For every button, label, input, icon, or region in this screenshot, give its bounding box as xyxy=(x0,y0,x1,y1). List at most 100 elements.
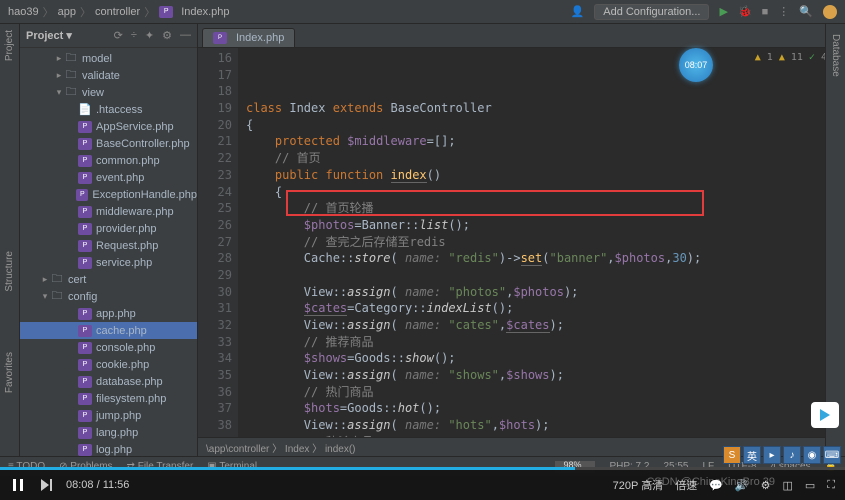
tree-label: common.php xyxy=(96,155,160,167)
tree-label: cookie.php xyxy=(96,359,149,371)
breadcrumb[interactable]: hao39〉 app〉 controller〉 P Index.php xyxy=(8,4,230,20)
ime-toolbar[interactable]: S 英 ▸ ♪ ◉ ⌨ xyxy=(723,446,841,464)
tree-item-lang-php[interactable]: Plang.php xyxy=(20,424,197,441)
progress-bar[interactable] xyxy=(0,467,845,470)
ime-punct-icon[interactable]: ▸ xyxy=(763,446,781,464)
fullscreen-icon[interactable]: ⛶ xyxy=(827,479,835,492)
split-icon[interactable]: ÷ xyxy=(131,29,137,42)
tree-item--htaccess[interactable]: 📄.htaccess xyxy=(20,101,197,118)
crumb[interactable]: hao39 xyxy=(8,6,39,18)
php-icon: P xyxy=(78,223,92,235)
ime-keyboard-icon[interactable]: ⌨ xyxy=(823,446,841,464)
debug-icon[interactable]: 🐞 xyxy=(738,5,752,18)
tree-item-log-php[interactable]: Plog.php xyxy=(20,441,197,456)
select-icon[interactable]: ✦ xyxy=(145,29,154,42)
tree-label: app.php xyxy=(96,308,136,320)
tree-item-config[interactable]: ▾🗀config xyxy=(20,288,197,305)
folder-icon: 🗀 xyxy=(64,87,78,99)
tree-item-database-php[interactable]: Pdatabase.php xyxy=(20,373,197,390)
project-sidebar: Project ▾ ⟳ ÷ ✦ ⚙ — ▸🗀model▸🗀validate▾🗀v… xyxy=(20,24,198,456)
tree-item-middleware-php[interactable]: Pmiddleware.php xyxy=(20,203,197,220)
search-icon[interactable]: 🔍 xyxy=(799,5,813,18)
ime-skin-icon[interactable]: ◉ xyxy=(803,446,821,464)
more-icon[interactable]: ⋮ xyxy=(778,5,789,18)
php-icon: P xyxy=(78,376,92,388)
ime-lang[interactable]: 英 xyxy=(743,446,761,464)
php-icon: P xyxy=(78,325,92,337)
tree-item-filesystem-php[interactable]: Pfilesystem.php xyxy=(20,390,197,407)
tree-label: validate xyxy=(82,70,120,82)
folder-icon: 🗀 xyxy=(50,291,64,303)
pip-icon[interactable]: ◫ xyxy=(782,479,792,492)
bilibili-play-icon[interactable] xyxy=(811,402,839,428)
project-tree[interactable]: ▸🗀model▸🗀validate▾🗀view📄.htaccessPAppSer… xyxy=(20,48,197,456)
tab-index-php[interactable]: P Index.php xyxy=(202,28,295,47)
next-button[interactable] xyxy=(38,477,54,493)
tree-label: filesystem.php xyxy=(96,393,166,405)
tree-label: jump.php xyxy=(96,410,141,422)
folder-icon: 🗀 xyxy=(64,70,78,82)
crumb[interactable]: app xyxy=(58,6,76,18)
php-icon: P xyxy=(78,444,92,456)
top-toolbar: hao39〉 app〉 controller〉 P Index.php 👤 Ad… xyxy=(0,0,845,24)
tree-item-AppService-php[interactable]: PAppService.php xyxy=(20,118,197,135)
source-code[interactable]: class Index extends BaseController{ prot… xyxy=(238,48,845,437)
tree-label: middleware.php xyxy=(96,206,174,218)
tree-item-Request-php[interactable]: PRequest.php xyxy=(20,237,197,254)
code-editor[interactable]: 1617181920212223242526272829303132333435… xyxy=(198,48,845,437)
avatar[interactable] xyxy=(823,5,837,19)
tree-label: AppService.php xyxy=(96,121,174,133)
tree-item-cookie-php[interactable]: Pcookie.php xyxy=(20,356,197,373)
tree-item-cert[interactable]: ▸🗀cert xyxy=(20,271,197,288)
tree-item-console-php[interactable]: Pconsole.php xyxy=(20,339,197,356)
player-time: 08:08 / 11:56 xyxy=(66,479,129,491)
php-icon: P xyxy=(78,308,92,320)
tree-item-cache-php[interactable]: Pcache.php xyxy=(20,322,197,339)
tree-item-BaseController-php[interactable]: PBaseController.php xyxy=(20,135,197,152)
tree-item-service-php[interactable]: Pservice.php xyxy=(20,254,197,271)
hide-icon[interactable]: — xyxy=(180,29,191,42)
play-pause-button[interactable] xyxy=(10,477,26,493)
php-icon: P xyxy=(78,206,92,218)
tree-label: provider.php xyxy=(96,223,157,235)
sync-icon[interactable]: ⟳ xyxy=(114,29,123,42)
line-gutter[interactable]: 1617181920212223242526272829303132333435… xyxy=(198,48,238,437)
ime-sound-icon[interactable]: ♪ xyxy=(783,446,801,464)
folder-icon: 🗀 xyxy=(64,53,78,65)
tree-item-ExceptionHandle-php[interactable]: PExceptionHandle.php xyxy=(20,186,197,203)
tool-window-strip-right: Database xyxy=(825,24,845,456)
php-icon: P xyxy=(78,155,92,167)
editor-tabs: P Index.php xyxy=(198,24,845,48)
php-icon: P xyxy=(78,410,92,422)
ime-logo-icon[interactable]: S xyxy=(723,446,741,464)
tree-label: ExceptionHandle.php xyxy=(92,189,197,201)
project-tool-tab[interactable]: Project xyxy=(4,30,15,61)
tree-label: BaseController.php xyxy=(96,138,190,150)
php-icon: P xyxy=(78,257,92,269)
tree-item-provider-php[interactable]: Pprovider.php xyxy=(20,220,197,237)
crumb[interactable]: Index.php xyxy=(181,6,229,18)
tree-label: log.php xyxy=(96,444,132,456)
php-icon: P xyxy=(78,172,92,184)
user-icon[interactable]: 👤 xyxy=(571,5,585,18)
tree-item-model[interactable]: ▸🗀model xyxy=(20,50,197,67)
favorites-tool-tab[interactable]: Favorites xyxy=(4,352,15,393)
sidebar-title: Project ▾ xyxy=(26,29,72,42)
tree-item-jump-php[interactable]: Pjump.php xyxy=(20,407,197,424)
tree-item-common-php[interactable]: Pcommon.php xyxy=(20,152,197,169)
crumb[interactable]: controller xyxy=(95,6,140,18)
tree-label: model xyxy=(82,53,112,65)
tree-item-event-php[interactable]: Pevent.php xyxy=(20,169,197,186)
settings-icon[interactable]: ⚙ xyxy=(162,29,172,42)
tree-item-app-php[interactable]: Papp.php xyxy=(20,305,197,322)
database-tool-tab[interactable]: Database xyxy=(830,34,841,77)
tree-item-view[interactable]: ▾🗀view xyxy=(20,84,197,101)
tree-item-validate[interactable]: ▸🗀validate xyxy=(20,67,197,84)
tree-label: config xyxy=(68,291,97,303)
php-icon: P xyxy=(78,393,92,405)
add-configuration-button[interactable]: Add Configuration... xyxy=(594,4,709,20)
tool-window-strip-left: Project Structure Favorites xyxy=(0,24,20,456)
wide-icon[interactable]: ▭ xyxy=(805,479,815,492)
run-icon[interactable]: ▶ xyxy=(719,5,727,18)
structure-tool-tab[interactable]: Structure xyxy=(4,251,15,292)
